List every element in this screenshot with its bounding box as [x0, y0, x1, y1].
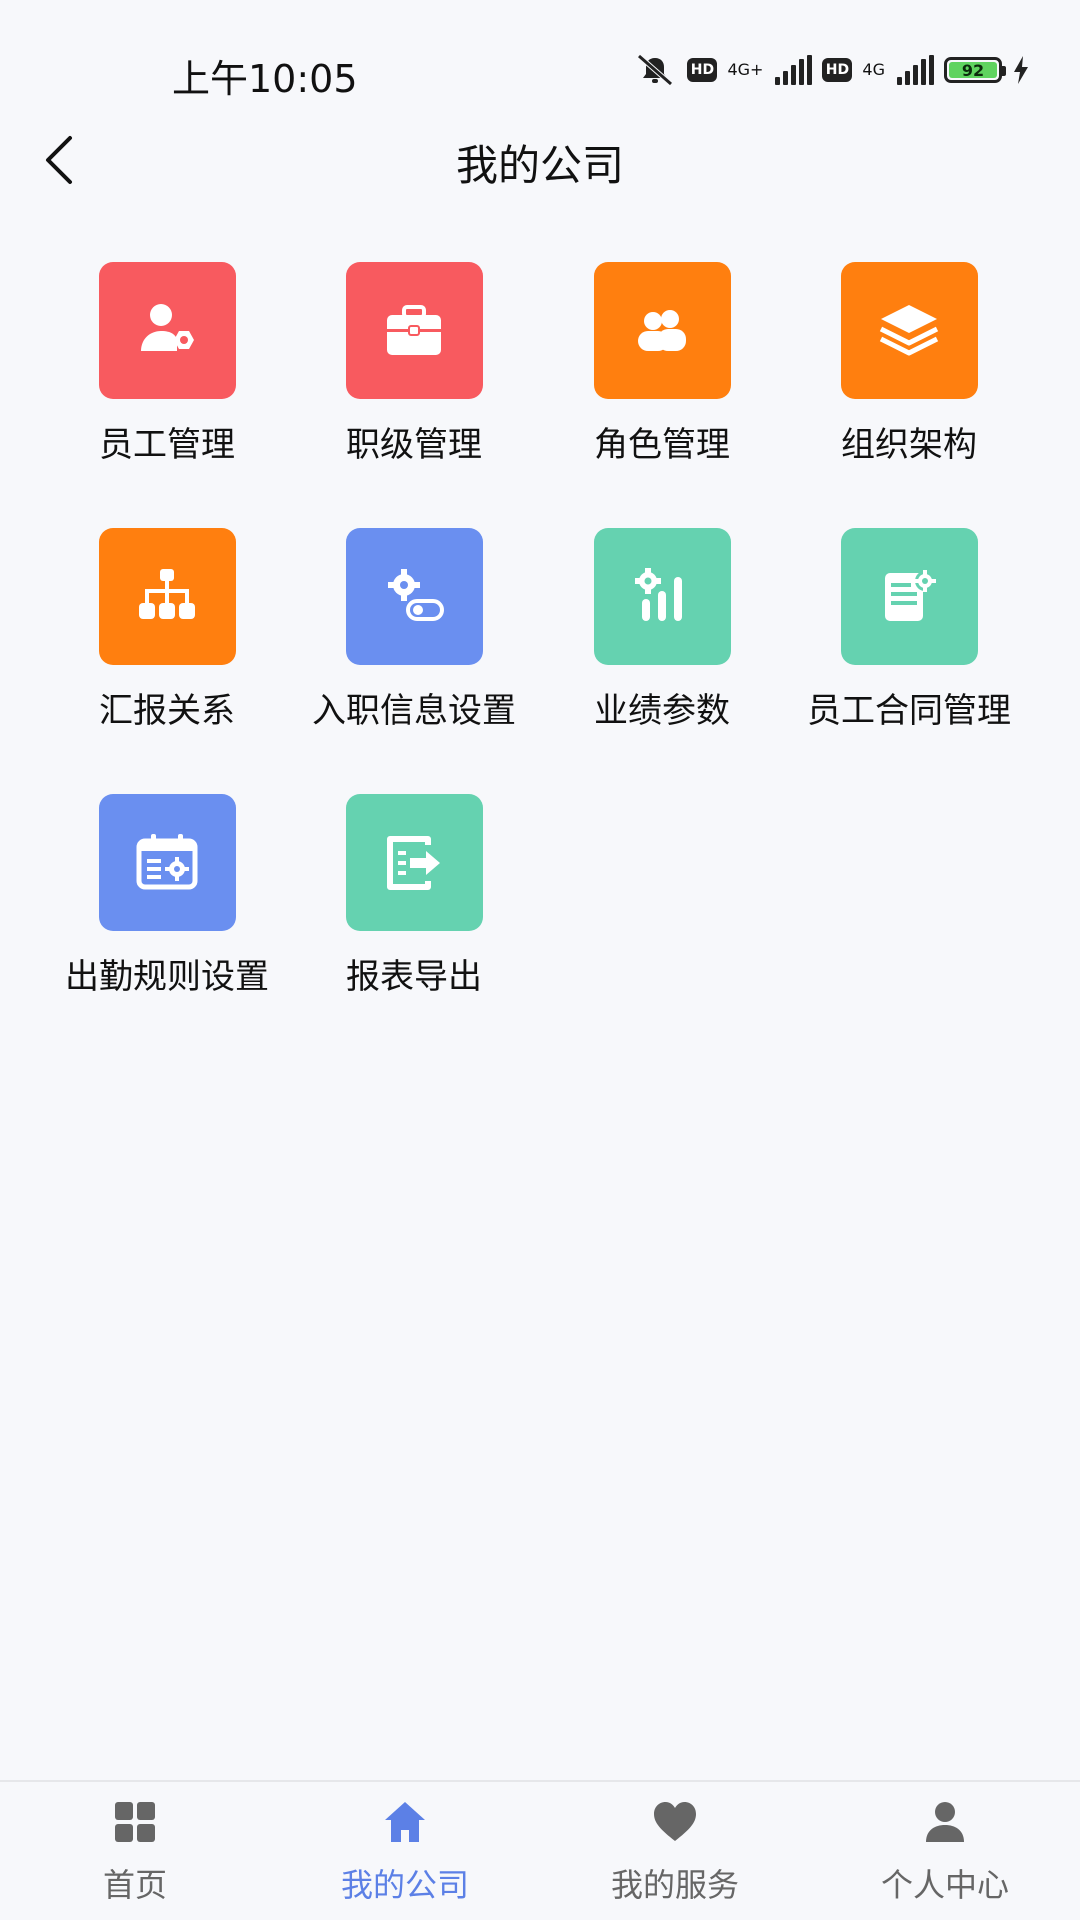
grid-item-label: 职级管理 [346, 425, 482, 465]
grid-item-label: 汇报关系 [99, 691, 235, 731]
grid-item-label: 组织架构 [841, 425, 977, 465]
tile [593, 528, 731, 665]
grid-item-label: 出勤规则设置 [65, 957, 269, 997]
status-bar: 上午10:05 HD 4G+ HD 4G 92 [0, 0, 1080, 140]
tile [345, 794, 483, 931]
battery-level: 92 [961, 60, 985, 80]
tab-label: 个人中心 [880, 1866, 1009, 1904]
tile [98, 528, 236, 665]
calendar-gear-icon [136, 833, 198, 889]
grid-item-attendance-rules[interactable]: 出勤规则设置 [37, 794, 297, 1014]
grid-item-label: 员工合同管理 [807, 691, 1011, 731]
home-icon [385, 1802, 425, 1842]
tile [593, 262, 731, 399]
network-label: 4G [862, 60, 885, 79]
tile [98, 262, 236, 399]
grid-icon [115, 1802, 155, 1842]
status-time: 上午10:05 [172, 57, 358, 101]
tile [345, 262, 483, 399]
tab-my-company[interactable]: 我的公司 [270, 1782, 540, 1920]
tile [98, 794, 236, 931]
network-label: 4G+ [727, 60, 764, 79]
tile [840, 528, 978, 665]
tile [345, 528, 483, 665]
tab-home[interactable]: 首页 [0, 1782, 270, 1920]
grid-item-role-management[interactable]: 角色管理 [532, 262, 792, 482]
tab-my-services[interactable]: 我的服务 [540, 1782, 810, 1920]
gear-chart-icon [635, 567, 682, 621]
gear-toggle-icon [388, 568, 444, 621]
grid-item-label: 业绩参数 [594, 691, 730, 731]
users-icon [638, 309, 686, 351]
signal-icon [775, 55, 813, 85]
person-icon [926, 1802, 964, 1842]
grid-item-org-structure[interactable]: 组织架构 [779, 262, 1039, 482]
grid-item-onboarding-settings[interactable]: 入职信息设置 [284, 528, 544, 748]
header: 我的公司 [0, 120, 1080, 200]
heart-icon [654, 1802, 696, 1841]
grid-item-reporting-relations[interactable]: 汇报关系 [37, 528, 297, 748]
tab-label: 我的公司 [340, 1866, 469, 1904]
user-settings-icon [141, 303, 194, 351]
grid-item-label: 员工管理 [99, 425, 235, 465]
tile [840, 262, 978, 399]
hd-badge: HD [822, 58, 853, 82]
battery-icon: 92 [944, 57, 1006, 83]
grid-item-contract-management[interactable]: 员工合同管理 [779, 528, 1039, 748]
hierarchy-icon [139, 568, 195, 619]
document-gear-icon [885, 569, 936, 621]
grid-item-performance-params[interactable]: 业绩参数 [532, 528, 792, 748]
briefcase-icon [387, 304, 441, 355]
mute-bell-icon [637, 54, 674, 86]
tab-personal-center[interactable]: 个人中心 [810, 1782, 1080, 1920]
grid-item-rank-management[interactable]: 职级管理 [284, 262, 544, 482]
grid-item-report-export[interactable]: 报表导出 [284, 794, 544, 1014]
grid-item-employee-management[interactable]: 员工管理 [37, 262, 297, 482]
page-title: 我的公司 [455, 141, 624, 190]
hd-badge: HD [687, 58, 718, 82]
signal-icon [897, 55, 934, 85]
tab-label: 首页 [102, 1866, 167, 1904]
grid-item-label: 报表导出 [346, 957, 482, 997]
grid-item-label: 入职信息设置 [312, 691, 516, 731]
bottom-tab-bar: 首页 我的公司 我的服务 个人中心 [0, 1780, 1080, 1920]
grid-item-label: 角色管理 [594, 425, 730, 465]
export-icon [387, 835, 440, 890]
tab-label: 我的服务 [610, 1866, 739, 1904]
status-indicators: HD 4G+ HD 4G 92 [633, 52, 1030, 88]
layers-icon [879, 304, 939, 355]
charging-icon [1014, 56, 1028, 84]
